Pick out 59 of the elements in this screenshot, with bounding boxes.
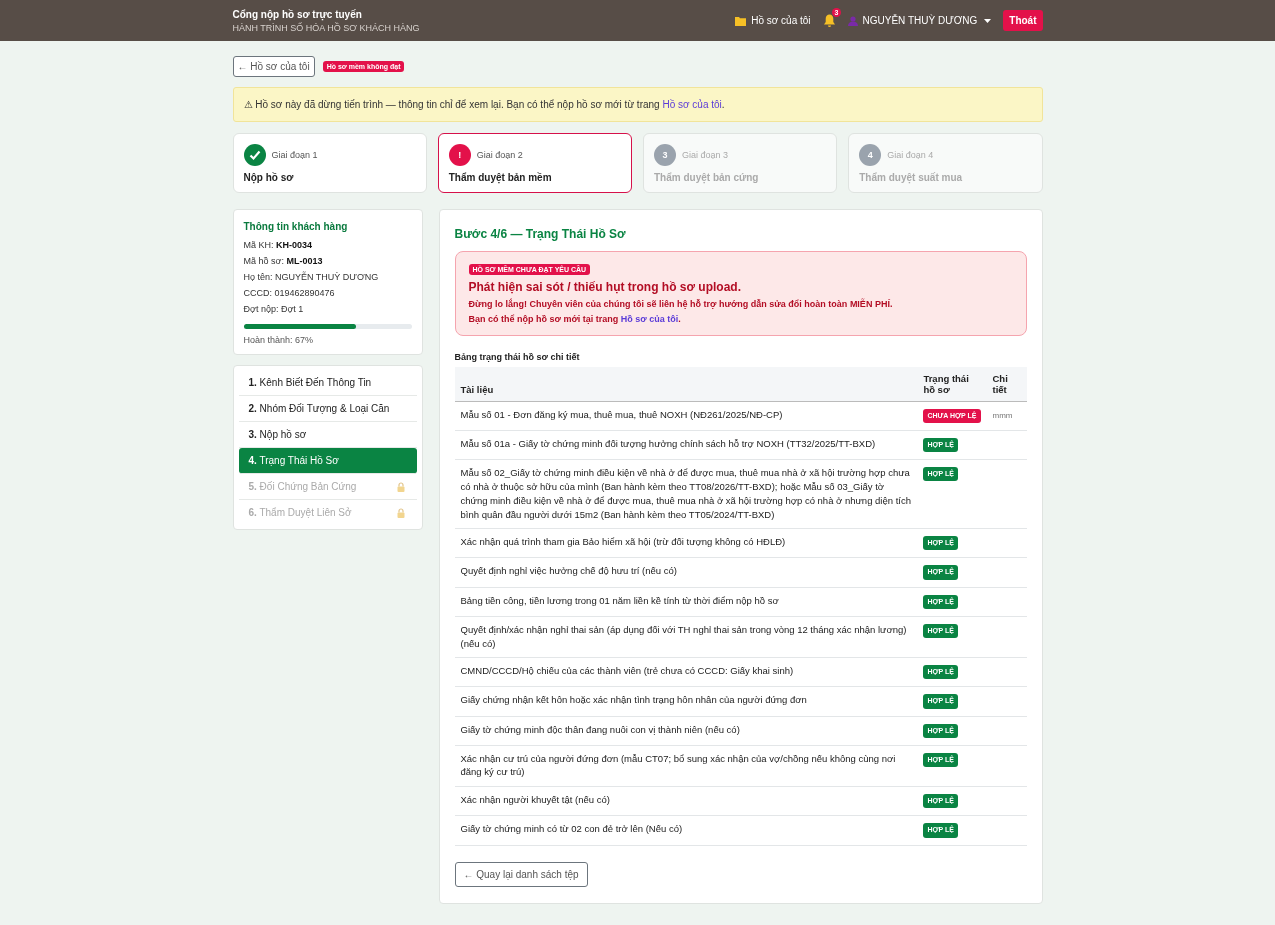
- customer-field: CCCD: 019462890476: [243, 288, 412, 298]
- table-cell: CMND/CCCD/Hộ chiếu của các thành viên (trẻ chưa có CCCD: Giấy khai sinh): [454, 657, 918, 687]
- column-header: Tài liệu: [454, 367, 918, 402]
- table-cell: Xác nhận quá trình tham gia Bảo hiểm xã hội (trừ đối tượng không có HĐLĐ): [454, 528, 918, 558]
- stage-number: !: [448, 144, 471, 166]
- customer-field: Mã KH: KH-0034: [243, 240, 412, 250]
- caret-icon: [984, 18, 992, 23]
- lock-icon: [396, 481, 405, 492]
- table-title: Bảng trạng thái hồ sơ chi tiết: [454, 352, 581, 362]
- my-files-link[interactable]: Hồ sơ của tôi: [662, 99, 722, 110]
- column-header: Trạng thái hồ sơ: [917, 367, 987, 402]
- detail-text: mmm: [992, 411, 1013, 420]
- table-cell: Quyết định nghỉ việc hưởng chế độ hưu trí (nếu có): [454, 558, 918, 588]
- customer-field: Mã hồ sơ: ML-0013: [243, 256, 412, 266]
- my-files-link[interactable]: Hồ sơ của tôi: [735, 15, 811, 26]
- table-cell: Mẫu số 01 - Đơn đăng ký mua, thuê mua, thuê NOXH (NĐ261/2025/NĐ-CP): [454, 401, 918, 431]
- step-item[interactable]: 4. Trạng Thái Hồ Sơ: [238, 448, 417, 474]
- progress-label: Hoàn thành: 67%: [243, 335, 315, 345]
- table-cell: Giấy chứng nhận kết hôn hoặc xác nhận tình trạng hôn nhân của người đứng đơn: [454, 686, 918, 717]
- table-cell: Quyết định/xác nhận nghỉ thai sản (áp dụng đối với TH nghỉ thai sản trong vòng 12 tháng xác nhận lương) (nếu có): [454, 616, 918, 658]
- stage-label: Giai đoạn 1: [271, 150, 318, 160]
- folder-icon: [735, 15, 747, 26]
- customer-field: Họ tên: NGUYỄN THUỲ DƯƠNG: [243, 272, 412, 282]
- site-subtitle: HÀNH TRÌNH SỐ HÓA HỒ SƠ KHÁCH HÀNG: [232, 22, 420, 33]
- stage-label: Giai đoạn 4: [887, 150, 934, 160]
- section-title: Bước 4/6 — Trạng Thái Hồ Sơ: [454, 227, 627, 241]
- alert-message: Đừng lo lắng! Chuyên viên của chúng tôi sẽ liên hệ hỗ trợ hướng dẫn sửa đổi hoàn toàn MIỄN PHÍ.: [468, 299, 893, 309]
- user-menu[interactable]: NGUYỄN THUỲ DƯƠNG: [847, 15, 992, 26]
- notice-banner: ⚠ Hồ sơ này đã dừng tiến trình — thông tin chỉ để xem lại. Bạn có thể nộp hồ sơ mới từ trang Hồ sơ của tôi.: [232, 87, 1043, 122]
- stage-title: Nộp hồ sơ: [243, 172, 295, 183]
- table-cell: Giấy tờ chứng minh độc thân đang nuôi con vị thành niên (nếu có): [454, 716, 918, 746]
- back-to-list-button[interactable]: ← Quay lại danh sách tệp: [454, 861, 588, 887]
- stage-label: Giai đoạn 3: [682, 150, 729, 160]
- table-cell: Xác nhận cư trú của người đứng đơn (mẫu CT07; bổ sung xác nhận của vợ/chồng nếu không cùng nơi đăng ký cư trú): [454, 745, 918, 787]
- bell-icon[interactable]: [822, 13, 836, 28]
- customer-title: Thông tin khách hàng: [243, 221, 349, 232]
- logout-button[interactable]: Thoát: [1003, 10, 1043, 31]
- site-title: Cổng nộp hồ sơ trực tuyến: [232, 8, 363, 20]
- table-cell: Mẫu số 02_Giấy tờ chứng minh điều kiện về nhà ở để được mua, thuê mua nhà ở xã hội trường hợp chưa có nhà ở thuộc sở hữu của mình (Ban hành kèm theo TT08/2026/TT-BXD); hoặc Mẫu số 03_Giấy tờ chứng minh điều kiện về nhà ở để được mua, thuê mua nhà ở xã hội trường hợp có nhà ở nhưng diện tích bình quân đầu người dưới 15m2 (Ban hành kèm theo TT05/2024/TT-BXD): [454, 459, 918, 529]
- back-button[interactable]: ← Hồ sơ của tôi: [232, 56, 315, 77]
- step-item[interactable]: 2. Nhóm Đối Tượng & Loại Căn: [238, 396, 417, 422]
- table-cell: Bảng tiền công, tiền lương trong 01 năm liền kề tính từ thời điểm nộp hồ sơ: [454, 587, 918, 617]
- alert-heading: Phát hiện sai sót / thiếu hụt trong hồ sơ upload.: [468, 280, 742, 294]
- stage-title: Thẩm duyệt bản mềm: [448, 172, 553, 183]
- stage-number: 3: [654, 144, 676, 166]
- stage-title: Thẩm duyệt bản cứng: [654, 172, 760, 183]
- stage-number: 4: [859, 144, 882, 166]
- table-cell: Giấy tờ chứng minh có từ 02 con đẻ trở lên (Nếu có): [454, 815, 918, 846]
- stage-label: Giai đoạn 2: [476, 150, 523, 160]
- user-icon: [847, 15, 858, 26]
- lock-icon: [396, 507, 405, 518]
- check-icon: [243, 144, 266, 166]
- step-item[interactable]: 1. Kênh Biết Đến Thông Tin: [238, 370, 417, 396]
- table-cell: Xác nhận người khuyết tật (nếu có): [454, 786, 918, 816]
- table-cell: Mẫu số 01a - Giấy tờ chứng minh đối tượng hưởng chính sách hỗ trợ NOXH (TT32/2025/TT-BXD): [454, 430, 918, 460]
- alert-message: Bạn có thể nộp hồ sơ mới tại trang Hồ sơ của tôi.: [468, 314, 681, 324]
- stage-title: Thẩm duyệt suất mua: [859, 172, 964, 183]
- customer-field: Đợt nộp: Đợt 1: [243, 304, 412, 314]
- column-header: Chi tiết: [986, 367, 1027, 402]
